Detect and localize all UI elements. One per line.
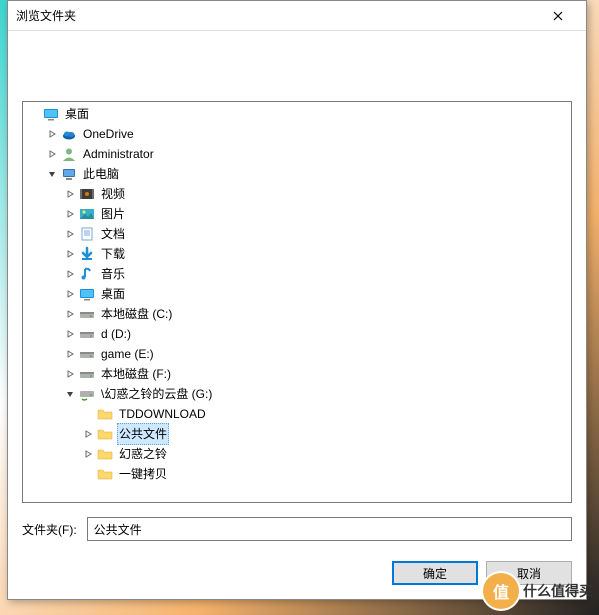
folder-icon <box>97 466 113 482</box>
tree-node[interactable]: 音乐 <box>23 264 571 284</box>
user-icon <box>61 146 77 162</box>
tree-node[interactable]: 视频 <box>23 184 571 204</box>
folder-icon <box>97 426 113 442</box>
drive-icon <box>79 346 95 362</box>
chevron-right-icon[interactable] <box>63 367 77 381</box>
watermark-text: 什么值得买 <box>523 581 593 601</box>
folder-tree-container: 桌面OneDriveAdministrator此电脑视频图片文档下载音乐桌面本地… <box>22 101 572 503</box>
tree-node-label: 幻惑之铃 <box>117 444 169 464</box>
browse-folder-dialog: 浏览文件夹 桌面OneDriveAdministrator此电脑视频图片文档下载… <box>7 0 587 600</box>
folder-tree[interactable]: 桌面OneDriveAdministrator此电脑视频图片文档下载音乐桌面本地… <box>23 102 571 502</box>
tree-node[interactable]: 此电脑 <box>23 164 571 184</box>
netdrive-icon <box>79 386 95 402</box>
tree-node-label: 下载 <box>99 244 127 264</box>
drive-icon <box>79 366 95 382</box>
close-button[interactable] <box>538 2 578 30</box>
tree-node-label: 本地磁盘 (C:) <box>99 304 174 324</box>
tree-node-label: \幻惑之铃的云盘 (G:) <box>99 384 214 404</box>
tree-node[interactable]: 公共文件 <box>23 424 571 444</box>
drive-icon <box>79 326 95 342</box>
tree-node[interactable]: TDDOWNLOAD <box>23 404 571 424</box>
tree-node[interactable]: 文档 <box>23 224 571 244</box>
titlebar: 浏览文件夹 <box>8 1 586 31</box>
tree-node[interactable]: 本地磁盘 (C:) <box>23 304 571 324</box>
onedrive-icon <box>61 126 77 142</box>
tree-node-label: 本地磁盘 (F:) <box>99 364 173 384</box>
chevron-right-icon[interactable] <box>81 447 95 461</box>
tree-node-label: game (E:) <box>99 344 156 364</box>
tree-node[interactable]: 桌面 <box>23 104 571 124</box>
close-icon <box>553 11 563 21</box>
downloads-icon <box>79 246 95 262</box>
tree-node-label: 一键拷贝 <box>117 464 169 484</box>
chevron-right-icon[interactable] <box>63 187 77 201</box>
pictures-icon <box>79 206 95 222</box>
watermark: 值 什么值得买 <box>483 573 593 609</box>
chevron-right-icon[interactable] <box>63 247 77 261</box>
tree-node[interactable]: 幻惑之铃 <box>23 444 571 464</box>
folder-icon <box>97 406 113 422</box>
tree-node-label: 音乐 <box>99 264 127 284</box>
tree-node-label: 视频 <box>99 184 127 204</box>
tree-node[interactable]: 一键拷贝 <box>23 464 571 484</box>
video-icon <box>79 186 95 202</box>
chevron-right-icon[interactable] <box>63 207 77 221</box>
tree-node-label: 文档 <box>99 224 127 244</box>
desktop-icon <box>79 286 95 302</box>
ok-button[interactable]: 确定 <box>392 561 478 585</box>
tree-node[interactable]: 下载 <box>23 244 571 264</box>
dialog-title: 浏览文件夹 <box>16 7 538 24</box>
chevron-down-icon[interactable] <box>63 387 77 401</box>
tree-node-label: d (D:) <box>99 324 133 344</box>
tree-node[interactable]: Administrator <box>23 144 571 164</box>
watermark-badge: 值 <box>483 573 519 609</box>
folder-field-input[interactable] <box>87 517 572 541</box>
tree-node[interactable]: game (E:) <box>23 344 571 364</box>
tree-node[interactable]: 桌面 <box>23 284 571 304</box>
documents-icon <box>79 226 95 242</box>
tree-node-label: 图片 <box>99 204 127 224</box>
tree-node[interactable]: \幻惑之铃的云盘 (G:) <box>23 384 571 404</box>
chevron-right-icon[interactable] <box>81 427 95 441</box>
tree-node-label: OneDrive <box>81 124 136 144</box>
folder-field-label: 文件夹(F): <box>22 521 77 538</box>
tree-node-label: 此电脑 <box>81 164 121 184</box>
chevron-right-icon[interactable] <box>63 307 77 321</box>
chevron-right-icon[interactable] <box>63 347 77 361</box>
pc-icon <box>61 166 77 182</box>
chevron-right-icon[interactable] <box>45 147 59 161</box>
tree-node[interactable]: d (D:) <box>23 324 571 344</box>
tree-node-label: TDDOWNLOAD <box>117 404 208 424</box>
chevron-right-icon[interactable] <box>63 327 77 341</box>
music-icon <box>79 266 95 282</box>
folder-icon <box>97 446 113 462</box>
tree-node[interactable]: 图片 <box>23 204 571 224</box>
tree-node[interactable]: 本地磁盘 (F:) <box>23 364 571 384</box>
chevron-down-icon[interactable] <box>45 167 59 181</box>
tree-node-label: 公共文件 <box>117 423 169 445</box>
drive-icon <box>79 306 95 322</box>
chevron-right-icon[interactable] <box>45 127 59 141</box>
desktop-icon <box>43 106 59 122</box>
tree-node-label: Administrator <box>81 144 156 164</box>
chevron-right-icon[interactable] <box>63 267 77 281</box>
tree-node-label: 桌面 <box>99 284 127 304</box>
tree-node-label: 桌面 <box>63 104 91 124</box>
tree-node[interactable]: OneDrive <box>23 124 571 144</box>
chevron-right-icon[interactable] <box>63 287 77 301</box>
chevron-right-icon[interactable] <box>63 227 77 241</box>
